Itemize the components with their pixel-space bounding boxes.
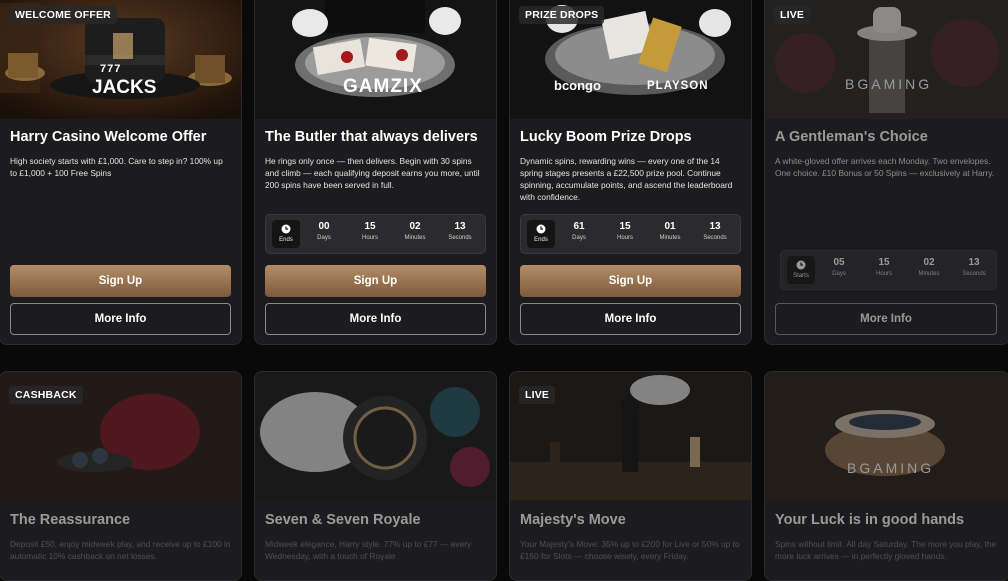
timer-hours: 15 Hours <box>361 221 378 241</box>
brand-logo-top: 777 <box>100 63 122 75</box>
card-title: The Reassurance <box>10 512 131 528</box>
card-title: Lucky Boom Prize Drops <box>520 129 692 145</box>
card-description: Midweek elegance, Harry style. 77% up to… <box>265 539 472 561</box>
promo-card-majesty: LIVE Majesty's Move Your Majesty's Move:… <box>509 371 752 581</box>
status-badge: CASHBACK <box>9 386 83 404</box>
timer-seconds: 13 Seconds <box>448 221 472 241</box>
card-image: GAMZIX <box>255 0 496 119</box>
more-info-button[interactable]: More Info <box>10 303 231 335</box>
card-image: BGAMING <box>765 372 1008 500</box>
clock-icon <box>796 260 806 270</box>
timer-label: Starts <box>793 273 809 279</box>
card-title: Seven & Seven Royale <box>265 512 421 528</box>
status-badge: LIVE <box>519 386 556 404</box>
status-badge: PRIZE DROPS <box>519 6 605 24</box>
promo-card-seven-royale: Seven & Seven Royale Midweek elegance, H… <box>254 371 497 581</box>
brand-logo: JACKS <box>92 77 157 98</box>
teacup-image <box>765 372 1008 500</box>
brand-logo: GAMZIX <box>343 76 423 97</box>
timer-icon-box: Ends <box>527 220 555 248</box>
brand-logo: BGAMING <box>847 460 935 476</box>
card-title: Majesty's Move <box>520 512 626 528</box>
card-description: Dynamic spins, rewarding wins — every on… <box>520 156 733 202</box>
more-info-button[interactable]: More Info <box>520 303 741 335</box>
card-description: Spins without limit. All day Saturday. T… <box>775 539 997 561</box>
timer-icon-box: Ends <box>272 220 300 248</box>
timer-minutes: 02 Minutes <box>404 221 426 241</box>
timer-days: 00 Days <box>317 221 331 241</box>
glove-chip-image <box>255 372 496 500</box>
card-description: High society starts with £1,000. Care to… <box>10 156 223 178</box>
promo-card-reassurance: CASHBACK The Reassurance Deposit £50, en… <box>0 371 242 581</box>
card-description: He rings only once — then delivers. Begi… <box>265 156 480 190</box>
status-badge: LIVE <box>774 6 811 24</box>
timer-days: 05 Days <box>832 257 846 277</box>
timer-days: 61 Days <box>572 221 586 241</box>
card-description: Your Majesty's Move: 35% up to £200 for … <box>520 539 740 561</box>
clock-icon <box>281 224 291 234</box>
sign-up-button[interactable]: Sign Up <box>520 265 741 297</box>
timer-label: Ends <box>534 237 548 243</box>
brand-logo-booongo: bcongo <box>554 78 601 93</box>
card-description: A white-gloved offer arrives each Monday… <box>775 156 995 178</box>
timer-label: Ends <box>279 237 293 243</box>
timer-minutes: 01 Minutes <box>659 221 681 241</box>
promo-card-gentleman: BGAMING LIVE A Gentleman's Choice A whit… <box>764 0 1008 345</box>
card-description: Deposit £50, enjoy midweek play, and rec… <box>10 539 231 561</box>
card-title: Harry Casino Welcome Offer <box>10 129 207 145</box>
promo-card-prize-drops: bcongo PLAYSON PRIZE DROPS Lucky Boom Pr… <box>509 0 752 345</box>
countdown-timer: Ends 00 Days 15 Hours 02 Minutes 13 Seconds <box>265 214 486 254</box>
timer-hours: 15 Hours <box>616 221 633 241</box>
card-title: A Gentleman's Choice <box>775 129 928 145</box>
timer-icon-box: Starts <box>787 256 815 284</box>
more-info-button[interactable]: More Info <box>265 303 486 335</box>
sign-up-button[interactable]: Sign Up <box>10 265 231 297</box>
status-badge: WELCOME OFFER <box>9 6 117 24</box>
timer-hours: 15 Hours <box>875 257 892 277</box>
countdown-timer: Starts 05 Days 15 Hours 02 Minutes 13 Second… <box>780 250 997 290</box>
timer-minutes: 02 Minutes <box>918 257 940 277</box>
countdown-timer: Ends 61 Days 15 Hours 01 Minutes 13 Seconds <box>520 214 741 254</box>
promo-card-butler: GAMZIX The Butler that always delivers H… <box>254 0 497 345</box>
brand-logo-playson: PLAYSON <box>647 80 709 92</box>
timer-seconds: 13 Seconds <box>962 257 986 277</box>
card-image <box>255 372 496 500</box>
card-title: The Butler that always delivers <box>265 129 478 145</box>
more-info-button[interactable]: More Info <box>775 303 997 335</box>
brand-logo: BGAMING <box>845 76 933 92</box>
sign-up-button[interactable]: Sign Up <box>265 265 486 297</box>
card-title: Your Luck is in good hands <box>775 512 965 528</box>
butler-tray-image <box>255 0 496 119</box>
promo-card-welcome: 777 JACKS WELCOME OFFER Harry Casino Wel… <box>0 0 242 345</box>
clock-icon <box>536 224 546 234</box>
promo-card-luck: BGAMING Your Luck is in good hands Spins… <box>764 371 1008 581</box>
timer-seconds: 13 Seconds <box>703 221 727 241</box>
